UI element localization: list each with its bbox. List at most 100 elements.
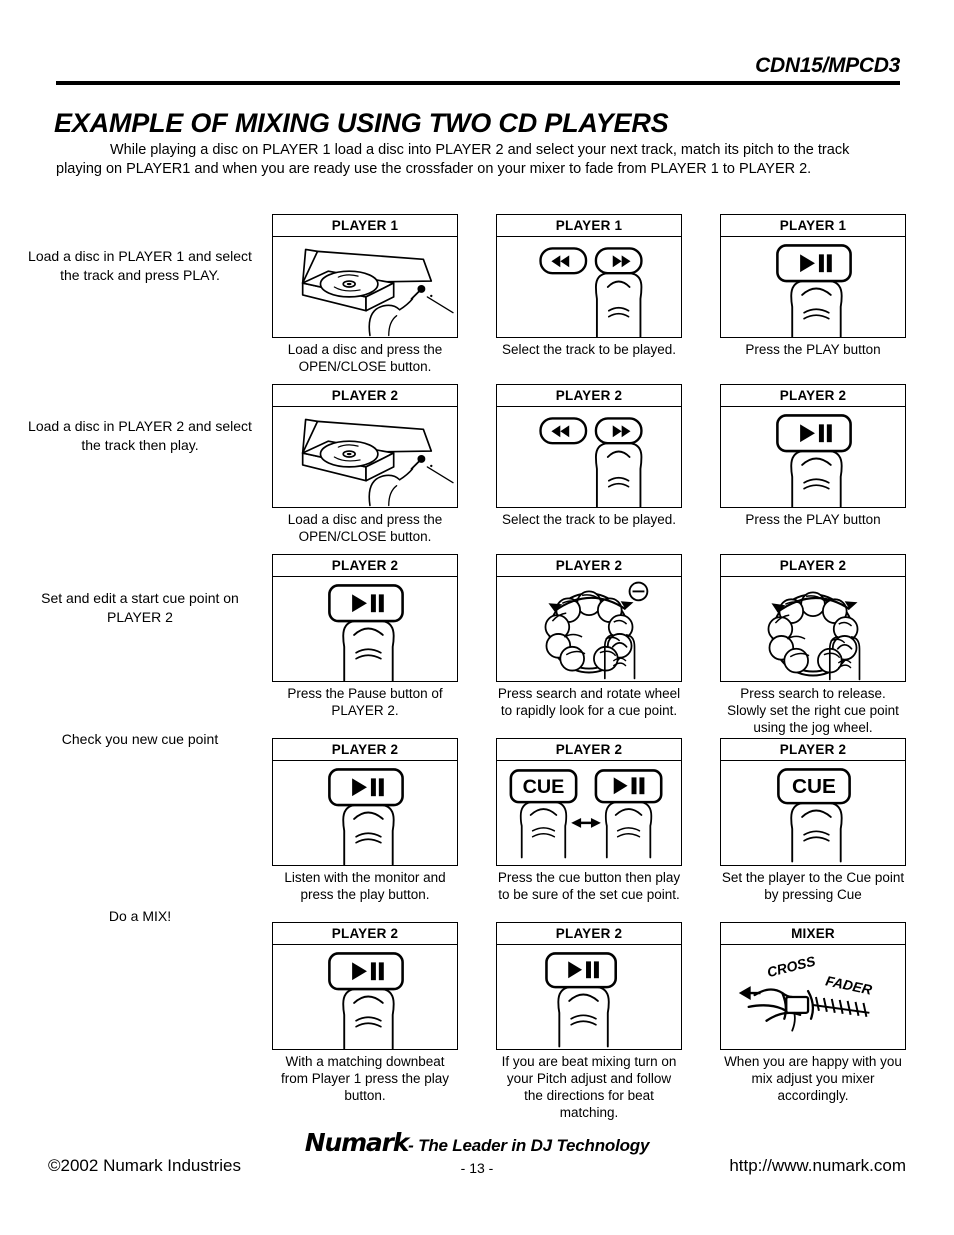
play-button-finger-icon [545,952,617,1048]
illustration-panel: PLAYER 2 [496,554,682,682]
svg-text:FADER: FADER [824,972,873,997]
step-row: Set and edit a start cue point on PLAYER… [0,554,954,738]
crossfader-illustration: CROSS FADER [721,945,905,1049]
illustration-panel: MIXER CROSS FADER [720,922,906,1050]
manual-page: CDN15/MPCD3 EXAMPLE OF MIXING USING TWO … [0,0,954,1235]
crossfader-hand-icon: CROSS FADER [738,953,873,1032]
step-cell: PLAYER 2 [272,922,458,1104]
illustration-panel: PLAYER 2 [272,922,458,1050]
illustration-panel: PLAYER 2 [496,384,682,508]
panel-title: PLAYER 1 [721,215,905,237]
illustration-panel: PLAYER 2 [496,922,682,1050]
step-description: Do a MIX! [108,908,172,924]
play-button-finger-icon [328,584,404,681]
numark-logo: Numark [304,1128,410,1157]
cd-tray-illustration [273,407,457,507]
panel-caption: Load a disc and press the OPEN/CLOSE but… [287,342,443,374]
step-cell: PLAYER 2 [720,384,906,528]
panel-caption: Press the PLAY button [745,512,881,527]
panel-title: PLAYER 2 [497,923,681,945]
cue-button-finger-icon: CUE [777,768,851,863]
steps-grid: Load a disc in PLAYER 1 and select the t… [0,214,954,1120]
play-button-illustration [497,945,681,1049]
step-cell: PLAYER 2 [272,384,458,545]
svg-text:CUE: CUE [792,775,836,798]
step-row: Load a disc in PLAYER 1 and select the t… [0,214,954,384]
panel-caption: Press search and rotate wheel to rapidly… [497,686,681,718]
brand-line: Numark- The Leader in DJ Technology [0,1128,954,1157]
step-row: Do a MIX! PLAYER 2 With a matching downb… [0,908,954,1120]
search-buttons-illustration [497,407,681,507]
illustration-panel: PLAYER 2 CUE [720,738,906,866]
jog-wheel-illustration [497,577,681,681]
illustration-panel: PLAYER 2 [720,384,906,508]
step-cell: PLAYER 1 [272,214,458,375]
search-buttons-finger-icon [539,247,643,337]
brand-tagline: - The Leader in DJ Technology [408,1136,650,1155]
panel-caption: Press the Pause button of PLAYER 2. [287,686,443,718]
search-buttons-finger-icon [539,417,643,507]
panel-title: PLAYER 2 [721,739,905,761]
step-cell: PLAYER 1 [720,214,906,358]
panel-caption: With a matching downbeat from Player 1 p… [280,1054,450,1103]
panel-caption: Set the player to the Cue point by press… [721,870,905,902]
panel-caption: When you are happy with you mix adjust y… [724,1054,902,1103]
panel-title: MIXER [721,923,905,945]
panel-caption: If you are beat mixing turn on your Pitc… [501,1054,677,1120]
illustration-panel: PLAYER 1 [496,214,682,338]
svg-text:CUE: CUE [523,776,565,798]
double-arrow-icon [571,817,601,828]
pause-button-illustration [273,577,457,681]
step-cell: PLAYER 2 CUE [720,738,906,903]
cue-and-play-illustration: CUE [497,761,681,865]
illustration-panel: PLAYER 2 CUE [496,738,682,866]
website-url[interactable]: http://www.numark.com [729,1156,906,1176]
search-buttons-illustration [497,237,681,337]
play-button-illustration [721,407,905,507]
cd-tray-hand-icon [301,248,454,337]
panel-caption: Select the track to be played. [501,512,677,527]
illustration-panel: PLAYER 2 [272,384,458,508]
play-button-illustration [273,761,457,865]
intro-paragraph: While playing a disc on PLAYER 1 load a … [56,141,850,178]
panel-title: PLAYER 1 [273,215,457,237]
panel-title: PLAYER 2 [273,923,457,945]
step-description: Set and edit a start cue point on PLAYER… [41,590,239,625]
cd-tray-hand-icon [301,418,454,507]
cue-and-play-fingers-icon: CUE [509,769,663,859]
step-description: Load a disc in PLAYER 2 and select the t… [28,418,252,453]
cd-tray-illustration [273,237,457,337]
jog-wheel-spin-icon [767,591,861,681]
step-cell: PLAYER 2 [720,554,906,736]
illustration-panel: PLAYER 2 [272,554,458,682]
cue-button-illustration: CUE [721,761,905,865]
panel-title: PLAYER 2 [497,385,681,407]
step-cell: PLAYER 2 [496,554,682,719]
panel-title: PLAYER 2 [721,385,905,407]
play-button-finger-icon [328,952,404,1049]
play-button-illustration [721,237,905,337]
panel-caption: Press the PLAY button [745,342,881,357]
panel-title: PLAYER 2 [497,555,681,577]
illustration-panel: PLAYER 2 [720,554,906,682]
document-model-code: CDN15/MPCD3 [755,54,900,77]
panel-title: PLAYER 2 [721,555,905,577]
play-button-finger-icon [328,768,404,865]
panel-caption: Listen with the monitor and press the pl… [284,870,446,902]
panel-title: PLAYER 2 [273,739,457,761]
step-description: Load a disc in PLAYER 1 and select the t… [28,248,252,283]
page-title: EXAMPLE OF MIXING USING TWO CD PLAYERS [54,108,669,139]
panel-title: PLAYER 2 [273,555,457,577]
panel-caption: Press search to release. Slowly set the … [727,686,899,735]
panel-caption: Select the track to be played. [501,342,677,357]
panel-title: PLAYER 2 [273,385,457,407]
step-cell: PLAYER 2 [496,922,682,1121]
step-description: Check you new cue point [61,731,219,747]
header-divider [56,81,900,85]
play-button-illustration [273,945,457,1049]
jog-wheel-spin-minus-icon [544,581,649,680]
step-cell: PLAYER 2 CUE [496,738,682,903]
illustration-panel: PLAYER 1 [720,214,906,338]
step-cell: PLAYER 2 [272,554,458,719]
illustration-panel: PLAYER 1 [272,214,458,338]
